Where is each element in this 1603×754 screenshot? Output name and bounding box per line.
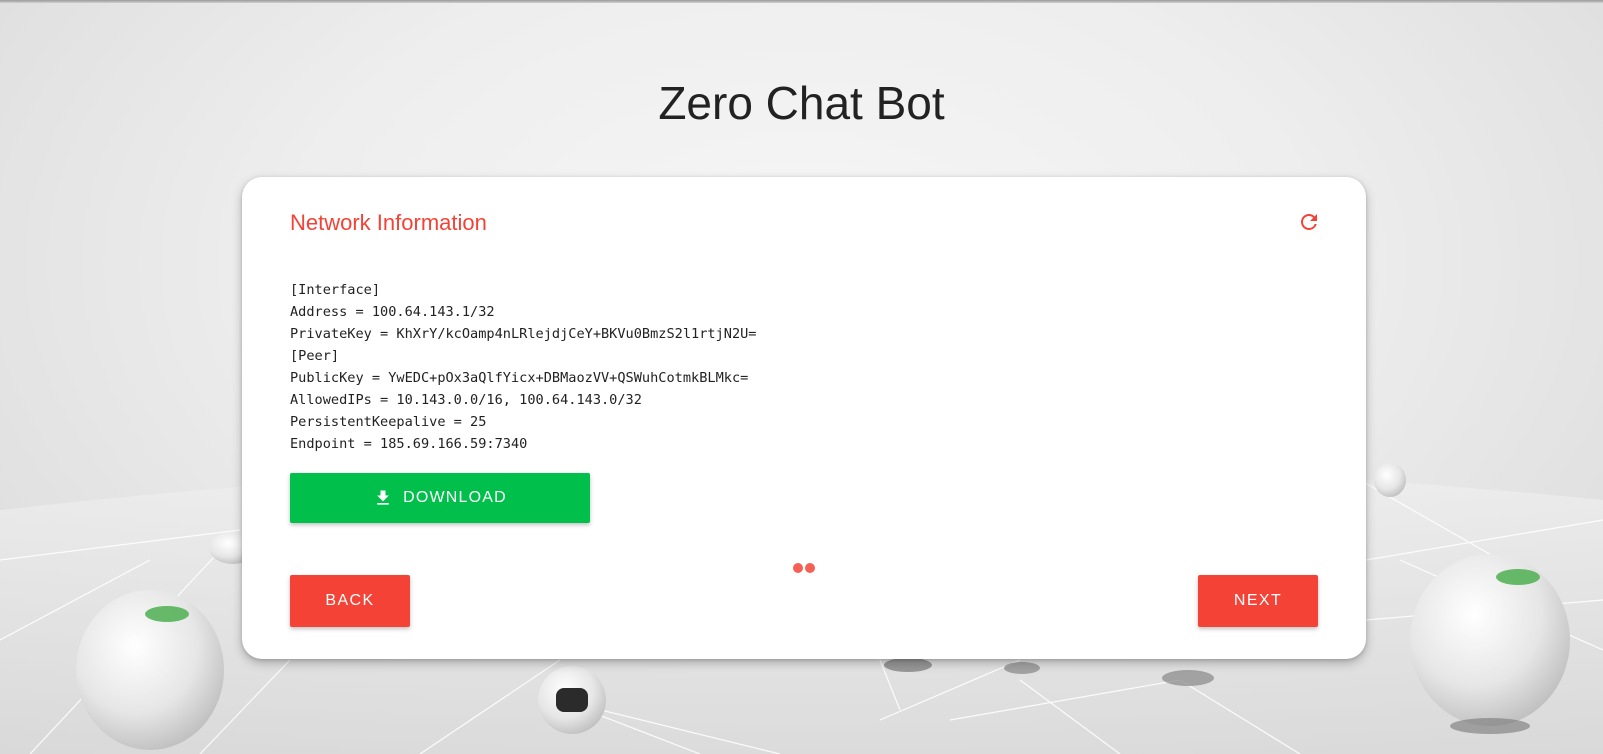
next-button[interactable]: NEXT: [1198, 575, 1318, 627]
step-dot: [805, 563, 815, 573]
config-line: [Peer]: [290, 348, 340, 364]
download-label: DOWNLOAD: [403, 489, 507, 506]
download-button[interactable]: DOWNLOAD: [290, 473, 590, 523]
refresh-button[interactable]: [1296, 209, 1322, 235]
step-dot: [793, 563, 803, 573]
config-line: Endpoint = 185.69.166.59:7340: [290, 436, 528, 452]
page-title: Zero Chat Bot: [658, 77, 945, 129]
config-line: PublicKey = YwEDC+pOx3aQlfYicx+DBMaozVV+…: [290, 370, 749, 386]
download-icon: [373, 488, 393, 508]
config-line: [Interface]: [290, 282, 381, 298]
config-line: Address = 100.64.143.1/32: [290, 304, 495, 320]
config-line: PersistentKeepalive = 25: [290, 414, 487, 430]
card-title: Network Information: [290, 210, 487, 235]
step-indicator: [793, 563, 815, 573]
config-line: PrivateKey = KhXrY/kcOamp4nLRlejdjCeY+BK…: [290, 326, 757, 342]
back-button[interactable]: BACK: [290, 575, 410, 627]
refresh-icon: [1301, 214, 1317, 230]
config-line: AllowedIPs = 10.143.0.0/16, 100.64.143.0…: [290, 392, 642, 408]
network-info-card: Network Information [Interface] Address =…: [242, 177, 1366, 659]
wireguard-config: [Interface] Address = 100.64.143.1/32 Priv…: [290, 279, 757, 455]
